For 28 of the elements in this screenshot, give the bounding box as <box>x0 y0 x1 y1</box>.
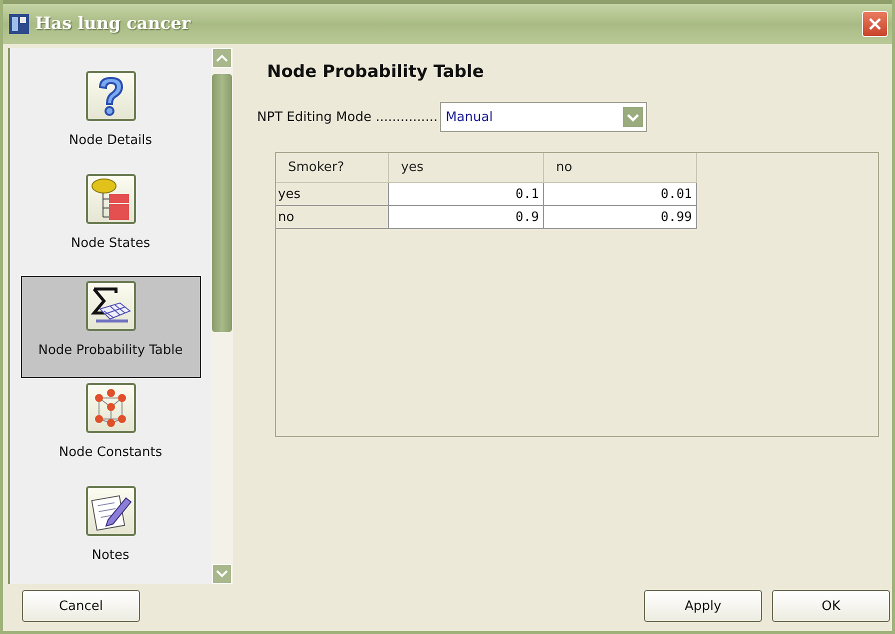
chevron-down-icon <box>216 570 228 578</box>
scrollbar[interactable] <box>211 48 233 584</box>
ok-button[interactable]: OK <box>772 590 890 622</box>
close-icon <box>867 16 883 32</box>
sidebar-item[interactable]: Node Details <box>20 66 200 169</box>
scroll-up-button[interactable] <box>212 48 232 68</box>
mode-dropdown[interactable]: Manual <box>440 102 647 132</box>
probability-cell[interactable]: 0.1 <box>389 183 544 206</box>
app-icon <box>9 14 29 34</box>
apply-button[interactable]: Apply <box>644 590 762 622</box>
section-title: Node Probability Table <box>267 62 485 82</box>
scroll-thumb[interactable] <box>212 74 232 332</box>
sidebar-item[interactable]: Node Constants <box>20 378 200 482</box>
sidebar-item[interactable]: Node States <box>20 168 200 272</box>
chevron-up-icon <box>216 54 228 62</box>
cancel-button[interactable]: Cancel <box>22 590 140 622</box>
node-states-icon <box>90 176 130 221</box>
probability-cell[interactable]: 0.01 <box>544 183 697 206</box>
sidebar-item[interactable]: Notes <box>20 481 200 584</box>
chevron-down-icon <box>622 107 643 127</box>
probability-cell[interactable]: 0.99 <box>544 206 697 229</box>
window-title: Has lung cancer <box>35 14 192 34</box>
close-button[interactable] <box>862 11 888 37</box>
scroll-down-button[interactable] <box>212 564 232 584</box>
sidebar-item[interactable]: Node Probability Table <box>20 276 200 378</box>
probability-cell[interactable]: 0.9 <box>389 206 544 229</box>
column-header: Smoker? <box>276 153 389 183</box>
field-label: NPT Editing Mode ............... <box>257 110 438 124</box>
